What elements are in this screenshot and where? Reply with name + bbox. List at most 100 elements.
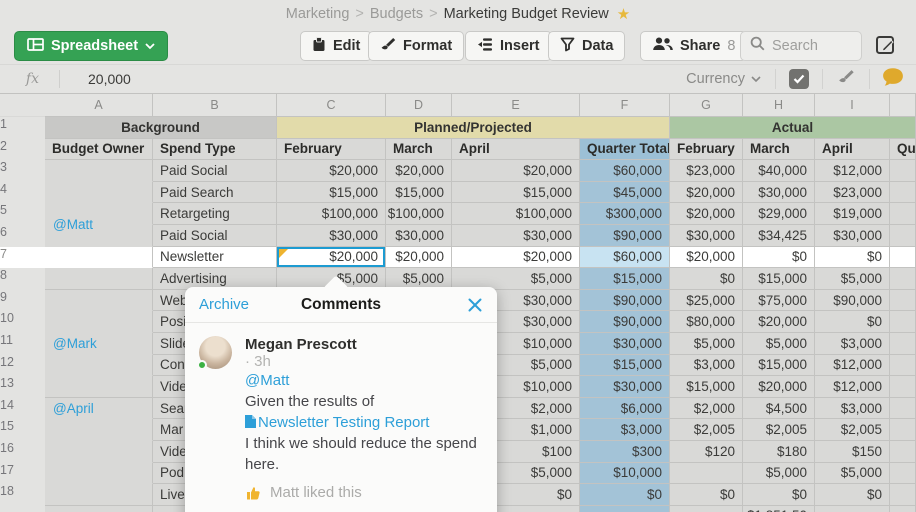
value-cell[interactable] (890, 376, 916, 398)
value-cell[interactable]: $20,000 (670, 181, 743, 204)
checkbox-format-button[interactable] (776, 69, 822, 89)
row-header[interactable]: 1 (0, 117, 45, 139)
row-header[interactable]: 9 (0, 289, 45, 312)
column-title-cell[interactable]: Spend Type (153, 138, 277, 161)
owner-cell[interactable] (45, 376, 153, 398)
value-cell[interactable]: $3,000 (815, 397, 890, 420)
row-header[interactable]: 18 (0, 484, 45, 506)
value-cell[interactable] (890, 160, 916, 182)
breadcrumb-budgets[interactable]: Budgets (370, 6, 423, 22)
value-cell[interactable] (670, 462, 743, 485)
column-title-cell[interactable]: April (452, 138, 580, 161)
value-cell[interactable]: $0 (815, 311, 890, 333)
value-cell[interactable]: $20,000 (386, 160, 452, 182)
value-cell[interactable]: $20,000 (277, 160, 386, 182)
value-cell[interactable] (890, 246, 916, 269)
column-title-cell[interactable]: February (670, 138, 743, 161)
value-cell[interactable] (890, 484, 916, 506)
search-field[interactable] (740, 31, 862, 61)
breadcrumb-marketing[interactable]: Marketing (286, 6, 350, 22)
value-cell[interactable]: $15,000 (743, 354, 815, 377)
value-cell[interactable]: $60,000 (580, 160, 670, 182)
column-title-cell[interactable]: March (386, 138, 452, 161)
spreadsheet-menu-button[interactable]: Spreadsheet (14, 31, 169, 61)
row-header[interactable]: 6 (0, 224, 45, 247)
compose-button[interactable] (872, 33, 900, 61)
value-cell[interactable]: $15,000 (452, 181, 580, 204)
value-cell[interactable] (890, 311, 916, 333)
row-header[interactable]: 3 (0, 160, 45, 182)
value-cell[interactable]: $30,000 (580, 332, 670, 355)
value-cell[interactable]: $0 (815, 484, 890, 506)
value-cell[interactable]: $12,000 (815, 354, 890, 377)
merged-band-cell[interactable]: Background (45, 117, 277, 139)
value-cell[interactable]: $25,000 (670, 289, 743, 312)
format-button[interactable]: Format (368, 31, 465, 61)
value-cell[interactable]: $20,000 (743, 311, 815, 333)
owner-cell[interactable] (45, 289, 153, 312)
value-cell[interactable]: $75,000 (743, 289, 815, 312)
row-header[interactable]: 11 (0, 332, 45, 355)
value-cell[interactable]: $80,000 (670, 311, 743, 333)
row-header[interactable]: 7 (0, 246, 45, 269)
value-cell[interactable] (890, 397, 916, 420)
favorite-star-icon[interactable]: ★ (617, 5, 630, 23)
value-cell[interactable]: $1,851.50 (743, 505, 815, 512)
value-cell[interactable] (890, 203, 916, 225)
value-cell[interactable]: $15,000 (580, 268, 670, 290)
value-cell[interactable]: $2,005 (670, 419, 743, 441)
value-cell[interactable]: $15,000 (386, 181, 452, 204)
document-link[interactable]: Newsletter Testing Report (245, 412, 485, 433)
row-header[interactable]: 4 (0, 181, 45, 204)
value-cell[interactable]: $23,000 (815, 181, 890, 204)
owner-cell[interactable] (45, 311, 153, 333)
value-cell[interactable]: $3,000 (670, 354, 743, 377)
owner-cell[interactable] (45, 397, 153, 420)
value-cell[interactable]: $4,500 (743, 397, 815, 420)
value-cell[interactable]: $0 (670, 484, 743, 506)
value-cell[interactable]: $5,000 (743, 462, 815, 485)
value-cell[interactable]: $0 (743, 246, 815, 269)
column-header[interactable]: E (452, 94, 580, 117)
owner-cell[interactable] (45, 462, 153, 485)
value-cell[interactable] (890, 224, 916, 247)
row-header[interactable]: 12 (0, 354, 45, 377)
value-cell[interactable]: $90,000 (815, 289, 890, 312)
column-header[interactable]: I (815, 94, 890, 117)
column-title-cell[interactable]: Qu (890, 138, 916, 161)
value-cell[interactable]: $10,000 (580, 462, 670, 485)
value-cell[interactable]: $2,000 (670, 397, 743, 420)
column-header[interactable]: C (277, 94, 386, 117)
value-cell[interactable]: $6,000 (580, 397, 670, 420)
value-cell[interactable]: $5,000 (815, 268, 890, 290)
value-cell[interactable]: $20,000 (670, 203, 743, 225)
value-cell[interactable]: $5,000 (815, 462, 890, 485)
row-header[interactable]: 15 (0, 419, 45, 441)
value-cell[interactable]: $29,000 (743, 203, 815, 225)
column-header[interactable]: F (580, 94, 670, 117)
value-cell[interactable]: $0 (743, 484, 815, 506)
value-cell[interactable]: $3,000 (815, 332, 890, 355)
value-cell[interactable]: $12,000 (815, 376, 890, 398)
spend-type-cell[interactable]: Retargeting (153, 203, 277, 225)
value-cell[interactable]: $60,000 (580, 246, 670, 269)
row-header[interactable]: 10 (0, 311, 45, 333)
spend-type-cell[interactable]: Paid Social (153, 160, 277, 182)
value-cell[interactable]: $2,005 (743, 419, 815, 441)
row-header[interactable]: 13 (0, 376, 45, 398)
column-header[interactable] (890, 94, 916, 117)
owner-cell[interactable] (45, 181, 153, 204)
value-cell[interactable]: $30,000 (386, 224, 452, 247)
value-cell[interactable] (890, 181, 916, 204)
value-cell[interactable]: $15,000 (670, 376, 743, 398)
value-cell[interactable]: $40,000 (743, 160, 815, 182)
column-header[interactable]: A (45, 94, 153, 117)
spend-type-cell[interactable]: Paid Search (153, 181, 277, 204)
owner-cell[interactable] (45, 246, 153, 269)
value-cell[interactable]: $12,000 (815, 160, 890, 182)
owner-cell[interactable] (45, 505, 153, 512)
selected-cell[interactable]: $20,000 (277, 246, 386, 269)
value-cell[interactable]: $30,000 (815, 224, 890, 247)
value-cell[interactable]: $30,000 (743, 181, 815, 204)
row-header[interactable]: 16 (0, 440, 45, 463)
